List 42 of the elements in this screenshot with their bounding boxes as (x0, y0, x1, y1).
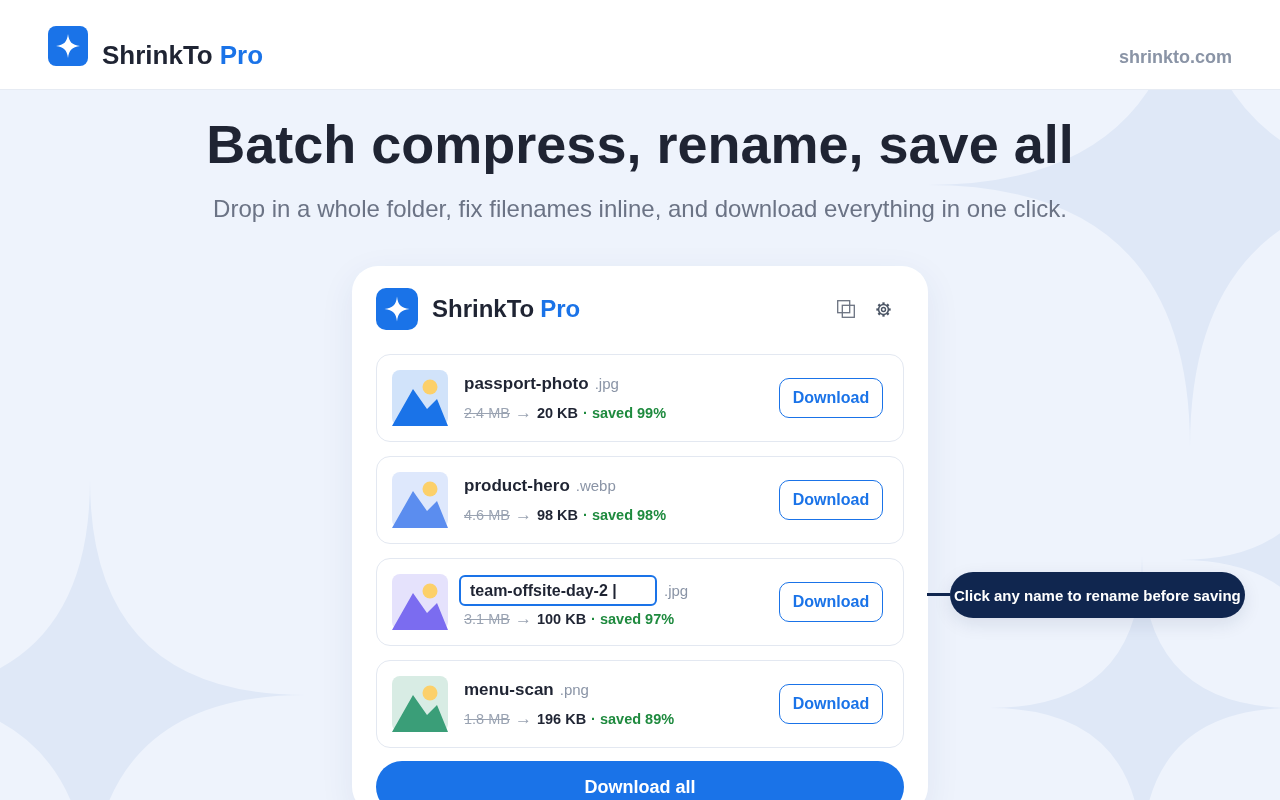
download-button[interactable]: Download (779, 582, 883, 622)
rename-hint-tooltip: Click any name to rename before saving (950, 572, 1245, 618)
site-link[interactable]: shrinkto.com (1118, 45, 1232, 69)
hero-subtitle: Drop in a whole folder, fix filenames inline, and download everything in one click. (213, 194, 1067, 224)
size-arrow: → (514, 609, 532, 629)
hero-title: Batch compress, rename, save all (206, 113, 1074, 176)
filename[interactable]: product-hero (464, 475, 570, 497)
compressed-size: 100 KB (536, 610, 587, 629)
sparkle-logo-icon (376, 288, 418, 330)
overlapping-squares-icon[interactable] (837, 300, 855, 318)
download-button[interactable]: Download (779, 378, 883, 418)
compressed-size: 20 KB (536, 404, 579, 423)
settings-icon[interactable] (875, 300, 892, 318)
brand-plan-label: Pro (219, 40, 264, 70)
download-all-button[interactable]: Download all (376, 761, 904, 800)
filename-input[interactable]: team-offsite-day-2 | (459, 575, 657, 606)
savings-label: · saved 89% (591, 710, 675, 729)
savings-label: · saved 97% (591, 610, 675, 629)
size-arrow: → (514, 709, 532, 729)
file-extension: .jpg (594, 374, 619, 394)
savings-label: · saved 99% (583, 404, 667, 423)
original-size: 1.8 MB (464, 710, 510, 729)
download-button[interactable]: Download (779, 684, 883, 724)
app-name: ShrinkTo (432, 294, 535, 324)
original-size: 3.1 MB (464, 610, 510, 629)
savings-label: · saved 98% (583, 506, 667, 525)
file-extension: .webp (575, 476, 616, 496)
original-size: 2.4 MB (464, 404, 510, 423)
original-size: 4.6 MB (464, 506, 510, 525)
filename[interactable]: menu-scan (464, 679, 554, 701)
size-arrow: → (514, 505, 532, 525)
size-arrow: → (514, 403, 532, 423)
callout-connector (927, 593, 950, 596)
app-plan-label: Pro (540, 294, 581, 324)
brand-name: ShrinkTo (102, 40, 213, 70)
filename[interactable]: passport-photo (464, 373, 589, 395)
download-button[interactable]: Download (779, 480, 883, 520)
compressed-size: 98 KB (536, 506, 579, 525)
file-extension: .png (559, 680, 589, 700)
sparkle-logo-icon (48, 26, 88, 66)
file-extension: .jpg (664, 580, 689, 601)
compressed-size: 196 KB (536, 710, 587, 729)
